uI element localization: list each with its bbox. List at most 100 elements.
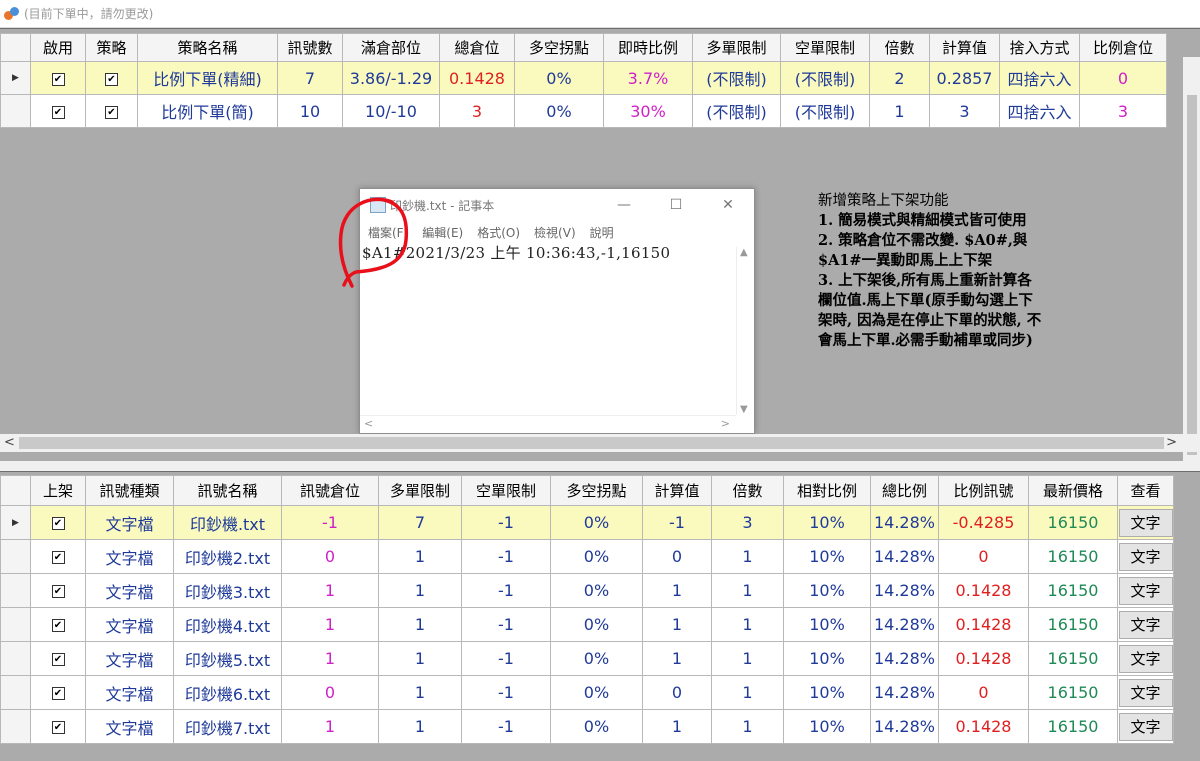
calc-value[interactable]: 0.2857 — [929, 61, 1000, 95]
calc-value[interactable]: 1 — [642, 641, 712, 676]
listed-checkbox[interactable]: ✔ — [30, 505, 86, 540]
menu-format[interactable]: 格式(O) — [477, 224, 520, 241]
multiplier[interactable]: 1 — [711, 709, 784, 744]
calc-value[interactable]: 3 — [929, 94, 1000, 128]
col-header[interactable]: 即時比例 — [603, 33, 693, 62]
signal-name[interactable]: 印鈔機4.txt — [173, 607, 282, 642]
short-limit[interactable]: -1 — [461, 641, 551, 676]
latest-price[interactable]: 16150 — [1028, 709, 1118, 744]
live-ratio[interactable]: 30% — [603, 94, 693, 128]
col-header[interactable]: 捨入方式 — [999, 33, 1080, 62]
col-header[interactable]: 比例倉位 — [1079, 33, 1167, 62]
listed-checkbox[interactable]: ✔ — [30, 607, 86, 642]
latest-price[interactable]: 16150 — [1028, 641, 1118, 676]
turning-point[interactable]: 0% — [514, 61, 604, 95]
view-text-button[interactable]: 文字 — [1118, 644, 1173, 673]
view-text-button[interactable]: 文字 — [1118, 542, 1173, 571]
scroll-left-icon[interactable]: < — [364, 417, 373, 430]
relative-ratio[interactable]: 10% — [783, 505, 871, 540]
turning-point[interactable]: 0% — [550, 709, 643, 744]
row-header[interactable] — [0, 607, 31, 642]
total-ratio[interactable]: 14.28% — [870, 709, 939, 744]
listed-checkbox[interactable]: ✔ — [30, 709, 86, 744]
turning-point[interactable]: 0% — [550, 505, 643, 540]
listed-checkbox[interactable]: ✔ — [30, 573, 86, 608]
latest-price[interactable]: 16150 — [1028, 505, 1118, 540]
checkbox-checked-icon[interactable]: ✔ — [51, 105, 65, 119]
multiplier[interactable]: 1 — [711, 641, 784, 676]
signal-row[interactable]: ✔ 文字檔 印鈔機6.txt 0 1 -1 0% 0 1 10% 14.28% … — [0, 675, 1174, 710]
short-limit[interactable]: (不限制) — [780, 94, 870, 128]
short-limit[interactable]: -1 — [461, 505, 551, 540]
checkbox-checked-icon[interactable]: ✔ — [51, 551, 65, 564]
maximize-icon[interactable]: ☐ — [650, 197, 702, 213]
total-ratio[interactable]: 14.28% — [870, 539, 939, 574]
signal-count[interactable]: 10 — [277, 94, 343, 128]
ratio-signal[interactable]: 0 — [938, 539, 1029, 574]
signal-row[interactable]: ✔ 文字檔 印鈔機2.txt 0 1 -1 0% 0 1 10% 14.28% … — [0, 539, 1174, 574]
long-limit[interactable]: 1 — [378, 607, 462, 642]
latest-price[interactable]: 16150 — [1028, 675, 1118, 710]
close-icon[interactable]: ✕ — [702, 197, 754, 213]
checkbox-checked-icon[interactable]: ✔ — [51, 721, 65, 734]
short-limit[interactable]: -1 — [461, 675, 551, 710]
long-limit[interactable]: 1 — [378, 641, 462, 676]
signal-type[interactable]: 文字檔 — [85, 539, 174, 574]
calc-value[interactable]: 0 — [642, 539, 712, 574]
col-header[interactable]: 訊號數 — [277, 33, 343, 62]
col-header[interactable]: 策略名稱 — [137, 33, 278, 62]
long-limit[interactable]: 1 — [378, 573, 462, 608]
signal-position[interactable]: 1 — [281, 641, 379, 676]
relative-ratio[interactable]: 10% — [783, 573, 871, 608]
col-header[interactable]: 計算值 — [642, 475, 712, 506]
calc-value[interactable]: 0 — [642, 675, 712, 710]
multiplier[interactable]: 3 — [711, 505, 784, 540]
col-header[interactable]: 多空拐點 — [550, 475, 643, 506]
short-limit[interactable]: -1 — [461, 573, 551, 608]
checkbox-checked-icon[interactable]: ✔ — [105, 105, 118, 119]
strategy-vertical-scrollbar[interactable] — [1183, 57, 1200, 461]
signal-position[interactable]: 0 — [281, 675, 379, 710]
col-header[interactable]: 多空拐點 — [514, 33, 604, 62]
turning-point[interactable]: 0% — [550, 573, 643, 608]
checkbox-checked-icon[interactable]: ✔ — [51, 687, 65, 700]
ratio-signal[interactable]: 0.1428 — [938, 573, 1029, 608]
scroll-right-icon[interactable]: > — [1166, 435, 1177, 450]
col-header[interactable]: 上架 — [30, 475, 86, 506]
col-header[interactable]: 滿倉部位 — [342, 33, 440, 62]
col-header[interactable]: 策略 — [85, 33, 138, 62]
total-ratio[interactable]: 14.28% — [870, 675, 939, 710]
turning-point[interactable]: 0% — [550, 675, 643, 710]
signal-row[interactable]: ▶ ✔ 文字檔 印鈔機.txt -1 7 -1 0% -1 3 10% 14.2… — [0, 505, 1174, 540]
strategy-name[interactable]: 比例下單(精細) — [137, 61, 278, 95]
signal-row[interactable]: ✔ 文字檔 印鈔機3.txt 1 1 -1 0% 1 1 10% 14.28% … — [0, 573, 1174, 608]
total-position[interactable]: 0.1428 — [439, 61, 515, 95]
long-limit[interactable]: 7 — [378, 505, 462, 540]
enabled-checkbox[interactable]: ✔ — [30, 61, 86, 95]
multiplier[interactable]: 1 — [711, 573, 784, 608]
col-header[interactable]: 訊號倉位 — [281, 475, 379, 506]
view-text-button[interactable]: 文字 — [1118, 610, 1173, 639]
row-header[interactable] — [0, 641, 31, 676]
col-header[interactable]: 倍數 — [869, 33, 930, 62]
turning-point[interactable]: 0% — [550, 641, 643, 676]
relative-ratio[interactable]: 10% — [783, 675, 871, 710]
menu-edit[interactable]: 編輯(E) — [422, 224, 463, 241]
signal-count[interactable]: 7 — [277, 61, 343, 95]
row-header[interactable] — [0, 675, 31, 710]
multiplier[interactable]: 1 — [711, 539, 784, 574]
total-ratio[interactable]: 14.28% — [870, 505, 939, 540]
listed-checkbox[interactable]: ✔ — [30, 641, 86, 676]
short-limit[interactable]: (不限制) — [780, 61, 870, 95]
notepad-vertical-scrollbar[interactable]: ▲ ▼ — [736, 247, 754, 415]
rounding-mode[interactable]: 四捨六入 — [999, 94, 1080, 128]
latest-price[interactable]: 16150 — [1028, 573, 1118, 608]
signal-type[interactable]: 文字檔 — [85, 641, 174, 676]
long-limit[interactable]: 1 — [378, 709, 462, 744]
calc-value[interactable]: 1 — [642, 709, 712, 744]
signal-position[interactable]: 1 — [281, 607, 379, 642]
row-header[interactable] — [0, 94, 31, 128]
latest-price[interactable]: 16150 — [1028, 539, 1118, 574]
checkbox-checked-icon[interactable]: ✔ — [51, 653, 65, 666]
signal-position[interactable]: -1 — [281, 505, 379, 540]
